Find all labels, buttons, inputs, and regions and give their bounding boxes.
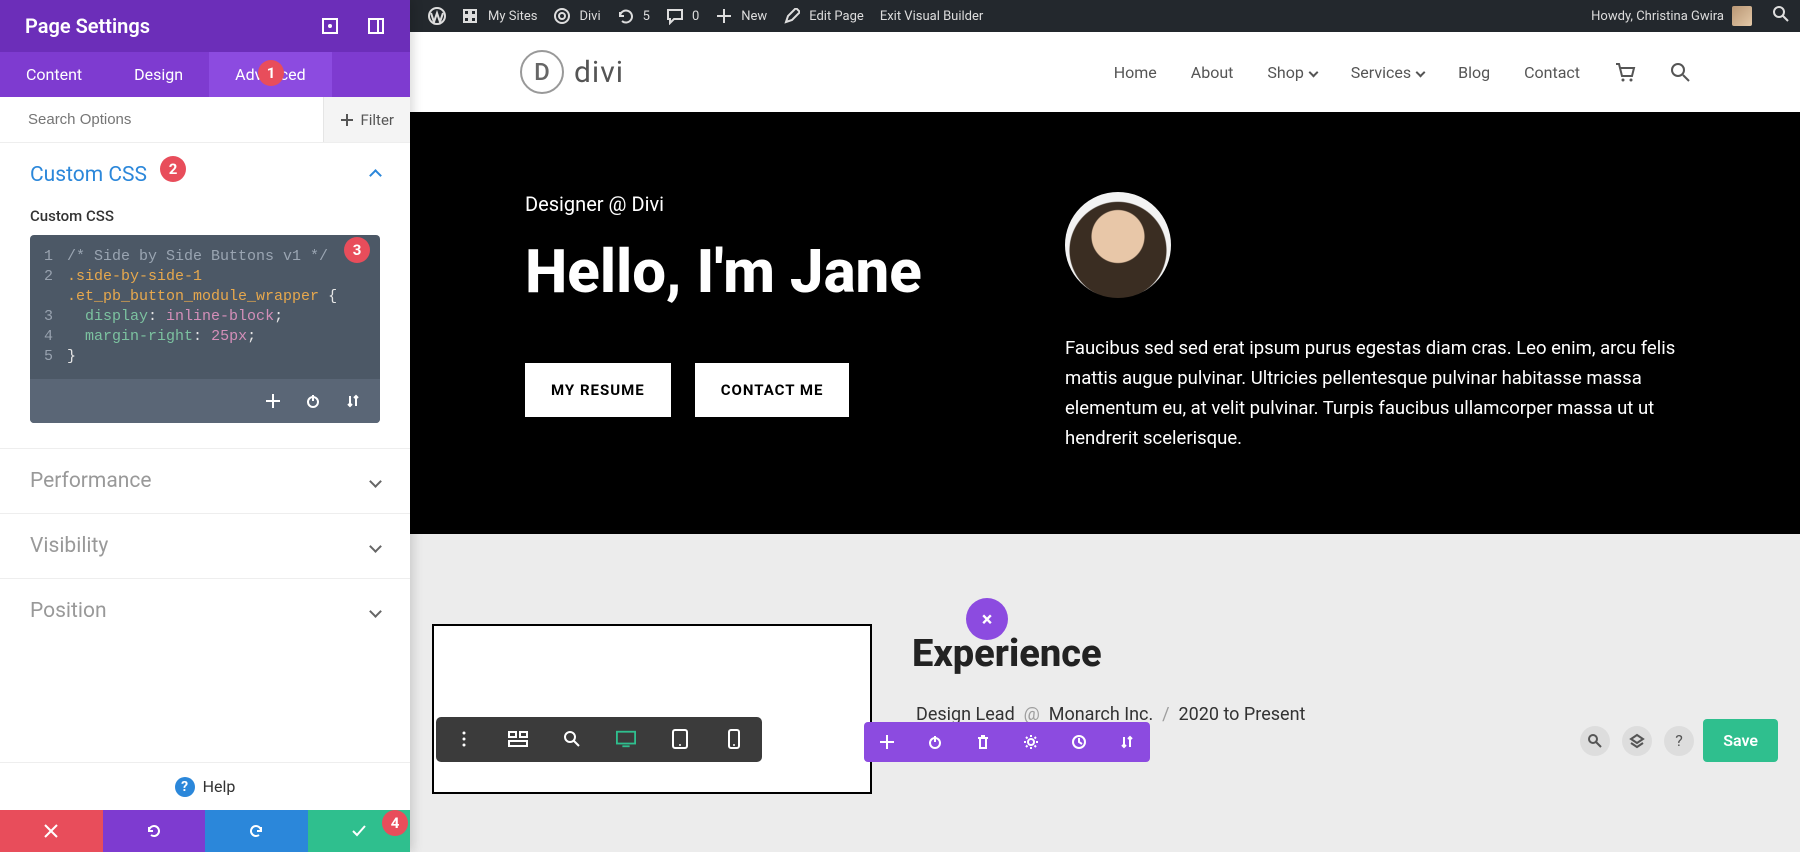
- custom-css-field-label: Custom CSS: [30, 207, 380, 225]
- hero-section: Designer @ Divi Hello, I'm Jane MY RESUM…: [410, 112, 1800, 534]
- view-desktop-icon[interactable]: [616, 729, 636, 749]
- custom-css-editor[interactable]: 12345 /* Side by Side Buttons v1 */.side…: [30, 235, 380, 423]
- nav-shop[interactable]: Shop: [1267, 63, 1316, 82]
- search-icon[interactable]: [1670, 62, 1690, 82]
- section-add-icon[interactable]: [878, 733, 896, 751]
- wp-my-sites[interactable]: My Sites: [454, 0, 545, 32]
- util-search-icon[interactable]: [1580, 726, 1610, 756]
- tab-design[interactable]: Design: [108, 52, 209, 97]
- chevron-down-icon: [1308, 67, 1318, 77]
- sidebar-title: Page Settings: [25, 14, 150, 38]
- sidebar-tabs: Content Design Advanced: [0, 52, 410, 97]
- nav-about[interactable]: About: [1191, 63, 1234, 82]
- section-delete-icon[interactable]: [974, 733, 992, 751]
- profile-photo: [1065, 192, 1171, 298]
- wp-new[interactable]: New: [707, 0, 775, 32]
- view-wireframe-icon[interactable]: [508, 729, 528, 749]
- redo-button[interactable]: [205, 810, 308, 852]
- settings-sidebar: Page Settings Content Design Advanced Fi…: [0, 0, 410, 852]
- chevron-down-icon: [369, 475, 382, 488]
- util-layers-icon[interactable]: [1622, 726, 1652, 756]
- discard-button[interactable]: [0, 810, 103, 852]
- section-history-icon[interactable]: [1070, 733, 1088, 751]
- wp-howdy[interactable]: Howdy, Christina Gwira: [1591, 9, 1724, 24]
- expand-icon[interactable]: [321, 17, 339, 35]
- help-row[interactable]: ? Help: [0, 762, 410, 810]
- section-performance-title: Performance: [30, 469, 151, 493]
- annotation-badge-4: 4: [382, 810, 408, 836]
- builder-save-button[interactable]: Save: [1703, 719, 1778, 762]
- chevron-down-icon: [369, 540, 382, 553]
- filter-button[interactable]: Filter: [323, 97, 410, 142]
- search-input[interactable]: [0, 97, 323, 142]
- wp-comments[interactable]: 0: [658, 0, 707, 32]
- chevron-down-icon: [369, 605, 382, 618]
- help-icon: ?: [175, 777, 195, 797]
- nav-services[interactable]: Services: [1351, 63, 1424, 82]
- wp-search-icon[interactable]: [1772, 5, 1790, 27]
- section-toolbar: [864, 722, 1150, 762]
- annotation-badge-1: 1: [258, 60, 284, 86]
- experience-card[interactable]: [432, 624, 872, 794]
- responsive-view-toolbar: [436, 717, 762, 762]
- view-zoom-icon[interactable]: [562, 729, 582, 749]
- section-settings-icon[interactable]: [1022, 733, 1040, 751]
- sidebar-header: Page Settings: [0, 0, 410, 52]
- site-preview: My Sites Divi 5 0 New Edit Page Exit Vis…: [410, 0, 1800, 852]
- annotation-badge-2: 2: [160, 156, 186, 182]
- code-add-icon[interactable]: [264, 392, 282, 410]
- code-power-icon[interactable]: [304, 392, 322, 410]
- chevron-up-icon: [369, 169, 382, 182]
- wp-site-name[interactable]: Divi: [545, 0, 608, 32]
- hero-subtitle: Designer @ Divi: [525, 192, 1005, 216]
- view-menu-icon[interactable]: [454, 729, 474, 749]
- code-toolbar: [30, 379, 380, 423]
- section-position-title: Position: [30, 599, 107, 623]
- primary-nav: Home About Shop Services Blog Contact: [1114, 61, 1690, 83]
- options-search-row: Filter: [0, 97, 410, 143]
- chevron-down-icon: [1416, 67, 1426, 77]
- hero-text: Faucibus sed sed erat ipsum purus egesta…: [1065, 334, 1685, 454]
- contact-me-button[interactable]: CONTACT ME: [695, 363, 850, 417]
- cart-icon[interactable]: [1614, 61, 1636, 83]
- wp-updates[interactable]: 5: [609, 0, 658, 32]
- wp-exit-visual-builder[interactable]: Exit Visual Builder: [872, 0, 991, 32]
- site-logo[interactable]: D divi: [520, 50, 624, 94]
- filter-label: Filter: [360, 111, 394, 129]
- undo-button[interactable]: [103, 810, 206, 852]
- nav-contact[interactable]: Contact: [1524, 63, 1580, 82]
- util-help-icon[interactable]: ?: [1664, 726, 1694, 756]
- wp-avatar[interactable]: [1732, 6, 1752, 26]
- code-reorder-icon[interactable]: [344, 392, 362, 410]
- nav-blog[interactable]: Blog: [1458, 63, 1490, 82]
- builder-utility-buttons: ?: [1580, 726, 1694, 756]
- section-visibility-title: Visibility: [30, 534, 108, 558]
- site-header: D divi Home About Shop Services Blog Con…: [410, 32, 1800, 112]
- section-custom-css[interactable]: Custom CSS: [0, 143, 410, 207]
- section-reorder-icon[interactable]: [1118, 733, 1136, 751]
- view-phone-icon[interactable]: [724, 729, 744, 749]
- logo-text: divi: [574, 55, 624, 90]
- nav-home[interactable]: Home: [1114, 63, 1157, 82]
- panel-icon[interactable]: [367, 17, 385, 35]
- wp-admin-bar: My Sites Divi 5 0 New Edit Page Exit Vis…: [410, 0, 1800, 32]
- section-custom-css-title: Custom CSS: [30, 163, 147, 187]
- annotation-badge-3: 3: [344, 237, 370, 263]
- experience-heading: Experience: [912, 632, 1102, 676]
- section-position[interactable]: Position: [0, 579, 410, 643]
- tab-content[interactable]: Content: [0, 52, 108, 97]
- section-performance[interactable]: Performance: [0, 449, 410, 513]
- logo-mark: D: [520, 50, 564, 94]
- sidebar-footer: [0, 810, 410, 852]
- help-label: Help: [203, 777, 236, 796]
- wp-logo[interactable]: [420, 0, 454, 32]
- experience-section: Experience Design Lead @ Monarch Inc. / …: [410, 534, 1800, 794]
- wp-edit-page[interactable]: Edit Page: [775, 0, 872, 32]
- hero-title: Hello, I'm Jane: [525, 240, 1005, 303]
- view-tablet-icon[interactable]: [670, 729, 690, 749]
- resume-button[interactable]: MY RESUME: [525, 363, 671, 417]
- section-visibility[interactable]: Visibility: [0, 514, 410, 578]
- section-power-icon[interactable]: [926, 733, 944, 751]
- section-close-button[interactable]: ×: [966, 598, 1008, 640]
